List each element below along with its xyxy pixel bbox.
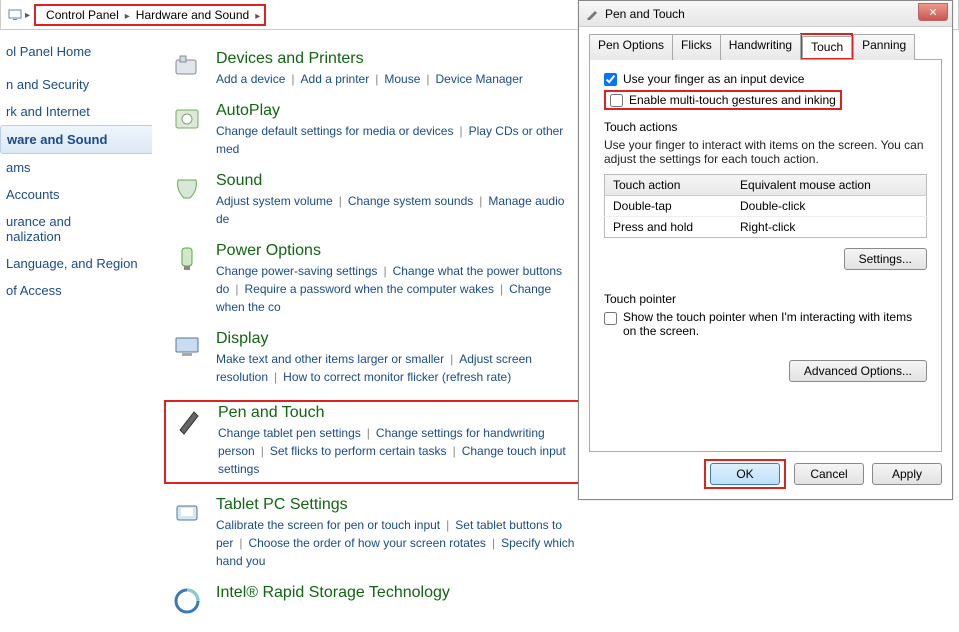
chevron-right-icon	[25, 7, 30, 23]
category-links: Change default settings for media or dev…	[216, 122, 580, 158]
sidebar: ol Panel Home n and Security rk and Inte…	[0, 30, 160, 314]
monitor-icon	[7, 7, 23, 23]
cb-use-finger-label: Use your finger as an input device	[623, 72, 804, 86]
dialog-title: Pen and Touch	[605, 7, 685, 21]
category-link[interactable]: Add a printer	[301, 72, 370, 86]
breadcrumb-control-panel[interactable]: Control Panel	[40, 6, 125, 24]
advanced-options-button[interactable]: Advanced Options...	[789, 360, 927, 382]
category-link[interactable]: Calibrate the screen for pen or touch in…	[216, 518, 440, 532]
category: AutoPlay Change default settings for medi…	[170, 102, 580, 158]
tab-flicks[interactable]: Flicks	[672, 34, 721, 60]
table-row[interactable]: Double-tap Double-click	[605, 196, 927, 217]
category-icon	[172, 404, 206, 438]
ok-button[interactable]: OK	[710, 463, 780, 485]
tab-content: Use your finger as an input device Enabl…	[589, 60, 942, 452]
cb-multitouch[interactable]	[610, 94, 623, 107]
category-title[interactable]: Devices and Printers	[216, 50, 580, 68]
category-links: Change tablet pen settings|Change settin…	[218, 424, 572, 478]
cb-touch-pointer-label: Show the touch pointer when I'm interact…	[623, 310, 927, 338]
category-title[interactable]: Tablet PC Settings	[216, 496, 580, 514]
chevron-right-icon	[255, 8, 260, 22]
table-row[interactable]: Press and hold Right-click	[605, 217, 927, 238]
category-links: Calibrate the screen for pen or touch in…	[216, 516, 580, 570]
category-links: Add a device|Add a printer|Mouse|Device …	[216, 70, 580, 88]
tab-pen-options[interactable]: Pen Options	[589, 34, 673, 60]
cb-use-finger[interactable]	[604, 73, 617, 86]
cb-multitouch-label: Enable multi-touch gestures and inking	[629, 93, 836, 107]
breadcrumb-hardware-sound[interactable]: Hardware and Sound	[130, 6, 255, 24]
tab-handwriting[interactable]: Handwriting	[720, 34, 801, 60]
category: Pen and Touch Change tablet pen settings|…	[172, 404, 572, 478]
category-link[interactable]: Change power-saving settings	[216, 264, 377, 278]
category-link[interactable]: Change system sounds	[348, 194, 473, 208]
category: Sound Adjust system volume|Change system …	[170, 172, 580, 228]
main-content: Devices and Printers Add a device|Add a p…	[170, 50, 580, 632]
pen-icon	[585, 7, 599, 21]
category-icon	[170, 496, 204, 530]
category: Display Make text and other items larger …	[170, 330, 580, 386]
sidebar-home[interactable]: ol Panel Home	[0, 40, 152, 63]
sidebar-item-language[interactable]: Language, and Region	[0, 250, 152, 277]
category: Intel® Rapid Storage Technology	[170, 584, 580, 618]
sidebar-item-security[interactable]: n and Security	[0, 71, 152, 98]
category-link[interactable]: Change default settings for media or dev…	[216, 124, 453, 138]
ok-highlight: OK	[704, 459, 786, 489]
touch-pointer-title: Touch pointer	[604, 292, 927, 306]
cancel-button[interactable]: Cancel	[794, 463, 864, 485]
dialog-footer: OK Cancel Apply	[704, 459, 942, 489]
category: Power Options Change power-saving setting…	[170, 242, 580, 316]
category-icon	[170, 584, 204, 618]
category-link[interactable]: Choose the order of how your screen rota…	[248, 536, 485, 550]
category: Tablet PC Settings Calibrate the screen f…	[170, 496, 580, 570]
touch-actions-desc: Use your finger to interact with items o…	[604, 138, 927, 166]
sidebar-item-hardware-sound[interactable]: ware and Sound	[0, 125, 152, 154]
category-title[interactable]: AutoPlay	[216, 102, 580, 120]
category-link[interactable]: Set flicks to perform certain tasks	[270, 444, 447, 458]
category-links: Change power-saving settings|Change what…	[216, 262, 580, 316]
breadcrumb-highlight: Control Panel Hardware and Sound	[34, 4, 266, 26]
dialog-titlebar[interactable]: Pen and Touch ✕	[579, 1, 952, 27]
nav-icons	[7, 7, 30, 23]
cb-multitouch-highlight: Enable multi-touch gestures and inking	[604, 90, 842, 110]
category-links: Make text and other items larger or smal…	[216, 350, 580, 386]
dialog-tabs: Pen Options Flicks Handwriting Touch Pan…	[589, 33, 942, 60]
category-title[interactable]: Sound	[216, 172, 580, 190]
category-link[interactable]: Mouse	[384, 72, 420, 86]
tab-panning[interactable]: Panning	[853, 34, 915, 60]
touch-actions-table: Touch action Equivalent mouse action Dou…	[604, 174, 927, 238]
sidebar-item-accounts[interactable]: Accounts	[0, 181, 152, 208]
category: Devices and Printers Add a device|Add a p…	[170, 50, 580, 88]
tab-touch[interactable]: Touch	[802, 36, 852, 58]
category-link[interactable]: Device Manager	[436, 72, 523, 86]
category-link[interactable]: Change tablet pen settings	[218, 426, 361, 440]
category-links: Adjust system volume|Change system sound…	[216, 192, 580, 228]
touch-actions-title: Touch actions	[604, 120, 927, 134]
category-icon	[170, 50, 204, 84]
apply-button[interactable]: Apply	[872, 463, 942, 485]
category-link[interactable]: How to correct monitor flicker (refresh …	[283, 370, 511, 384]
sidebar-item-programs[interactable]: ams	[0, 154, 152, 181]
sidebar-item-network[interactable]: rk and Internet	[0, 98, 152, 125]
category-title[interactable]: Pen and Touch	[218, 404, 572, 422]
table-col-action: Touch action	[605, 175, 733, 196]
category-link[interactable]: Make text and other items larger or smal…	[216, 352, 444, 366]
category-icon	[170, 172, 204, 206]
category-title[interactable]: Intel® Rapid Storage Technology	[216, 584, 580, 602]
settings-button[interactable]: Settings...	[844, 248, 927, 270]
category-link[interactable]: Require a password when the computer wak…	[244, 282, 493, 296]
tab-highlight: Touch	[800, 33, 853, 59]
category-title[interactable]: Power Options	[216, 242, 580, 260]
cb-touch-pointer[interactable]	[604, 312, 617, 325]
sidebar-item-appearance[interactable]: urance and nalization	[0, 208, 152, 250]
close-button[interactable]: ✕	[918, 3, 948, 21]
pen-touch-dialog: Pen and Touch ✕ Pen Options Flicks Handw…	[578, 0, 953, 500]
category-link[interactable]: Add a device	[216, 72, 285, 86]
table-col-mouse: Equivalent mouse action	[732, 175, 926, 196]
category-link[interactable]: Adjust system volume	[216, 194, 333, 208]
category-title[interactable]: Display	[216, 330, 580, 348]
category-icon	[170, 330, 204, 364]
category-icon	[170, 242, 204, 276]
sidebar-item-access[interactable]: of Access	[0, 277, 152, 304]
category-icon	[170, 102, 204, 136]
